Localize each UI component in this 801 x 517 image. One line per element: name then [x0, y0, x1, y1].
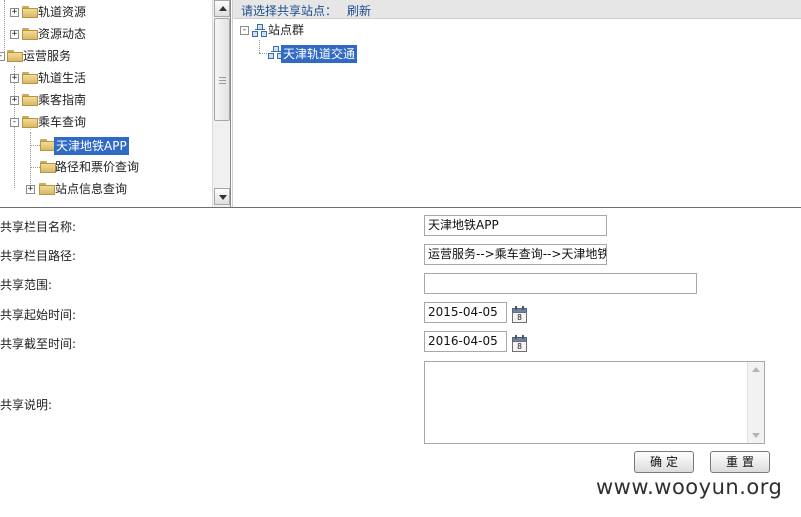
reset-button[interactable]: 重置 [710, 451, 770, 473]
scroll-down-button[interactable] [214, 188, 230, 205]
folder-icon [22, 116, 38, 128]
refresh-link[interactable]: 刷新 [347, 2, 371, 19]
scroll-thumb[interactable] [214, 18, 230, 121]
scroll-down-arrow[interactable] [752, 433, 760, 438]
site-group-label: 站点群 [268, 23, 305, 37]
calendar-day: 8 [512, 341, 527, 352]
tree-item-chengke-zhinan[interactable]: + 乘客指南 [0, 90, 210, 110]
tree-item-yunying-fuwu[interactable]: - 运营服务 [0, 46, 210, 66]
scroll-down-arrow [219, 195, 227, 200]
site-group-node[interactable]: - 站点群 [233, 20, 433, 40]
expand-toggle[interactable]: + [10, 8, 19, 17]
column-tree: + 轨道资源 + 资源动态 - 运营服务 + 轨道生活 [0, 0, 212, 207]
watermark: www.wooyun.org [596, 475, 783, 499]
tree-item-label: 站点信息查询 [55, 182, 128, 196]
share-desc-label: 共享说明: [0, 398, 53, 412]
tree-item-label: 乘车查询 [38, 115, 87, 129]
tree-item-label-selected: 天津地铁APP [54, 137, 129, 155]
column-tree-pane: + 轨道资源 + 资源动态 - 运营服务 + 轨道生活 [0, 0, 231, 207]
calendar-day: 8 [512, 312, 527, 323]
folder-icon [7, 50, 23, 62]
tree-item-label: 轨道资源 [38, 5, 87, 19]
folder-icon [39, 183, 55, 195]
tree-item-guidao-shenghuo[interactable]: + 轨道生活 [0, 68, 210, 88]
site-node-tianjin-guidao[interactable]: 天津轨道交通 [233, 43, 433, 63]
folder-icon [22, 6, 38, 18]
tree-item-label: 资源动态 [38, 27, 87, 41]
tree-item-chengche-chaxun[interactable]: - 乘车查询 [0, 112, 210, 132]
folder-icon [40, 161, 56, 173]
share-start-date-field[interactable]: 2015-04-05 [424, 302, 507, 323]
tree-item-ziyuan-dongtai[interactable]: + 资源动态 [0, 24, 210, 44]
folder-icon [22, 72, 38, 84]
tree-item-label: 轨道生活 [38, 71, 87, 85]
desc-scrollbar[interactable] [747, 362, 764, 443]
tree-item-lujing-piaojia[interactable]: 路径和票价查询 [0, 157, 210, 177]
tree-item-guidao-ziyuan[interactable]: + 轨道资源 [0, 2, 210, 22]
expand-toggle[interactable]: + [10, 96, 19, 105]
folder-icon [22, 28, 38, 40]
site-select-pane: 请选择共享站点： 刷新 - 站点群 天津轨道交通 [232, 0, 801, 207]
tree-item-zhandian-xinxi[interactable]: + 站点信息查询 [0, 179, 210, 199]
tree-item-tianjin-ditie-app[interactable]: 天津地铁APP [0, 135, 210, 155]
tree-item-label: 乘客指南 [38, 93, 87, 107]
share-end-label: 共享截至时间: [0, 337, 77, 351]
share-path-label: 共享栏目路径: [0, 249, 77, 263]
expand-toggle[interactable]: + [10, 30, 19, 39]
scroll-up-arrow [219, 6, 227, 11]
site-select-header: 请选择共享站点： 刷新 [233, 0, 801, 19]
expand-toggle[interactable]: + [26, 185, 35, 194]
collapse-toggle[interactable]: - [240, 26, 249, 35]
top-panel: + 轨道资源 + 资源动态 - 运营服务 + 轨道生活 [0, 0, 801, 207]
network-icon [252, 24, 268, 38]
folder-icon [22, 94, 38, 106]
collapse-toggle[interactable]: - [10, 118, 19, 127]
tree-item-label: 运营服务 [23, 49, 72, 63]
calendar-icon[interactable]: 8 [512, 335, 527, 352]
scroll-up-button[interactable] [214, 0, 230, 17]
scroll-up-arrow[interactable] [752, 367, 760, 372]
share-scope-label: 共享范围: [0, 278, 53, 292]
share-name-field[interactable]: 天津地铁APP [424, 215, 607, 236]
share-end-date-field[interactable]: 2016-04-05 [424, 331, 507, 352]
grip-icon [219, 77, 226, 84]
share-desc-textarea[interactable] [424, 361, 765, 444]
share-scope-field[interactable] [424, 273, 697, 294]
tree-scrollbar[interactable] [212, 0, 230, 207]
share-name-label: 共享栏目名称: [0, 220, 77, 234]
share-path-field[interactable]: 运营服务-->乘车查询-->天津地铁APP [424, 244, 607, 265]
site-label-selected: 天津轨道交通 [281, 45, 358, 63]
confirm-button[interactable]: 确定 [634, 451, 694, 473]
share-start-label: 共享起始时间: [0, 308, 77, 322]
tree-item-label: 路径和票价查询 [55, 160, 140, 174]
site-select-label: 请选择共享站点： [241, 4, 338, 18]
calendar-icon[interactable]: 8 [512, 306, 527, 323]
share-form: 共享栏目名称: 天津地铁APP 共享栏目路径: 运营服务-->乘车查询-->天津… [0, 210, 801, 517]
expand-toggle[interactable]: + [10, 74, 19, 83]
collapse-toggle[interactable]: - [0, 52, 5, 61]
